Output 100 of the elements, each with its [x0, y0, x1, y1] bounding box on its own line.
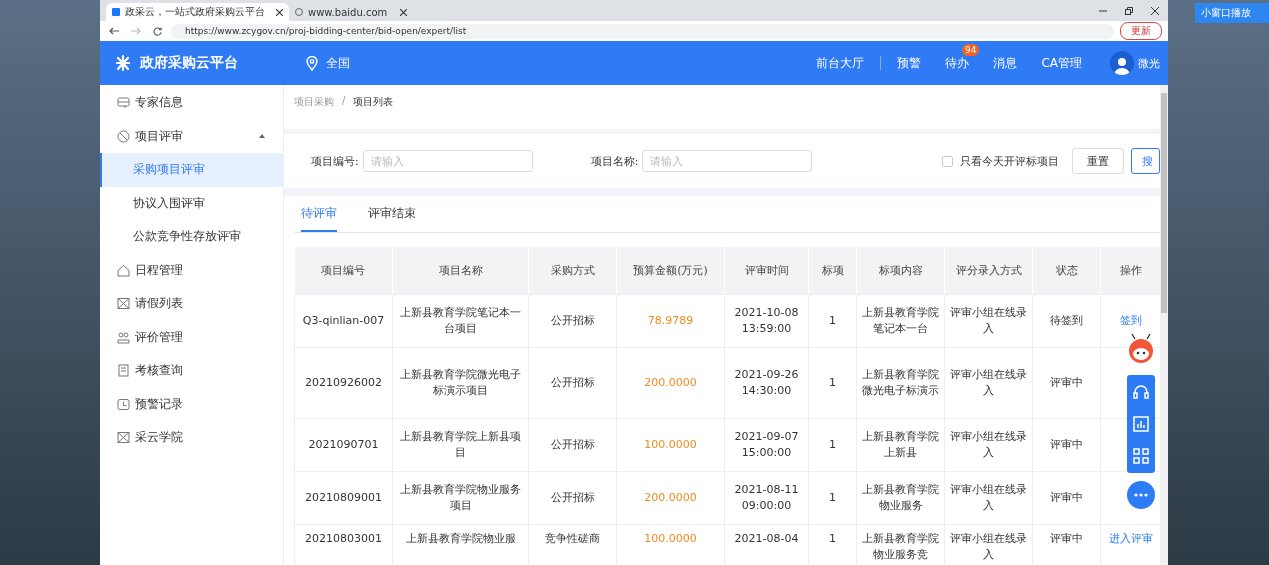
document-icon — [117, 364, 130, 378]
crossed-box-icon — [117, 297, 130, 311]
update-button[interactable]: 更新 — [1120, 22, 1162, 40]
table-cell: 评审中 — [1050, 438, 1083, 451]
region-selector[interactable]: 全国 — [326, 54, 350, 72]
table-cell: 评审中 — [1050, 491, 1083, 504]
table-cell: 待签到 — [1050, 314, 1083, 327]
table-cell: 2021-09-26 14:30:00 — [734, 368, 799, 397]
table-cell: 78.9789 — [647, 314, 694, 327]
table-cell: 2021-08-04 — [734, 532, 799, 545]
count-badge: 94 — [961, 43, 980, 56]
browser-tab[interactable]: www.baidu.com — [289, 3, 413, 21]
user-name[interactable]: 微光 — [1138, 55, 1160, 71]
mini-window-button[interactable]: 小窗口播放 — [1195, 3, 1269, 23]
sidebar-item[interactable]: 考核查询 — [100, 354, 283, 388]
table-cell: 公开招标 — [550, 491, 595, 504]
table-cell: 评审小组在线录入 — [950, 430, 1027, 459]
card-icon — [117, 96, 130, 110]
table-cell: 1 — [829, 438, 836, 451]
sidebar-item[interactable]: 评价管理 — [100, 320, 283, 354]
table-cell: 上新县教育学院微光电子标演示 — [862, 368, 939, 397]
location-icon — [306, 55, 318, 71]
headset-icon[interactable] — [1132, 383, 1150, 401]
table-cell: 20210926002 — [305, 376, 382, 389]
table-cell: 上新县教育学院笔记本一台 — [862, 306, 939, 335]
table-cell: 评审小组在线录入 — [950, 306, 1027, 335]
action-link[interactable]: 签到 — [1119, 314, 1142, 327]
table-cell: 1 — [829, 376, 836, 389]
nav-link[interactable]: CA管理 — [1041, 54, 1082, 72]
qr-code-icon[interactable] — [1132, 447, 1150, 465]
table-cell: 公开招标 — [550, 438, 595, 451]
table-cell: 上新县教育学院上新县 — [862, 430, 939, 459]
sidebar-item[interactable]: 请假列表 — [100, 287, 283, 321]
column-header: 状态 — [1032, 247, 1101, 295]
nav-link[interactable]: 消息 — [993, 54, 1018, 72]
column-header: 项目名称 — [392, 247, 529, 295]
table-cell: 2021-10-08 13:59:00 — [734, 306, 799, 335]
checkbox[interactable] — [942, 155, 953, 167]
input-field[interactable]: 请输入 — [362, 150, 533, 172]
sidebar-item[interactable]: 预警记录 — [100, 387, 283, 421]
table-cell: 评审小组在线录入 — [950, 532, 1027, 561]
column-header: 评审时间 — [724, 247, 809, 295]
column-header: 标项 — [808, 247, 857, 295]
field-label: 项目编号: — [311, 153, 359, 169]
nav-link[interactable]: 预警 — [897, 54, 922, 72]
breadcrumb-item: 项目列表 — [353, 95, 394, 109]
table-cell: 上新县教育学院笔记本一台项目 — [400, 306, 521, 335]
table-cell: 上新县教育学院微光电子标演示项目 — [400, 368, 521, 397]
clock-icon — [117, 397, 130, 411]
table-cell: 2021-08-11 09:00:00 — [734, 483, 799, 512]
table-cell: 2021-09-07 15:00:00 — [734, 430, 799, 459]
table-cell: 竞争性磋商 — [545, 532, 600, 545]
table-cell: 上新县教育学院物业服务 — [862, 483, 939, 512]
close-icon[interactable] — [1151, 6, 1159, 15]
sidebar-subitem[interactable]: 采购项目评审 — [100, 153, 283, 187]
input-field[interactable]: 请输入 — [642, 150, 813, 172]
ban-icon — [117, 129, 130, 143]
table-cell: 评审中 — [1050, 376, 1083, 389]
column-header: 标项内容 — [856, 247, 945, 295]
table-cell: 1 — [829, 314, 836, 327]
table-cell: 1 — [829, 491, 836, 504]
chat-icon[interactable] — [1127, 481, 1155, 509]
table-cell: 20210803001 — [305, 532, 382, 545]
column-header: 操作 — [1100, 247, 1160, 295]
table-cell: 上新县教育学院物业服务项目 — [400, 483, 521, 512]
back-icon[interactable] — [109, 27, 119, 35]
sidebar-item[interactable]: 专家信息 — [100, 86, 283, 120]
avatar-icon[interactable] — [1110, 51, 1134, 75]
table-cell: 上新县教育学院物业服务竞 — [862, 532, 939, 561]
table-cell: 20210809001 — [305, 491, 382, 504]
column-header: 评分录入方式 — [944, 247, 1033, 295]
column-header: 采购方式 — [528, 247, 617, 295]
reset-button[interactable]: 重置 — [1072, 148, 1124, 174]
search-button[interactable]: 搜 — [1131, 148, 1160, 174]
field-label: 项目名称: — [590, 153, 639, 169]
checkbox-label[interactable]: 只看今天开评标项目 — [960, 153, 1059, 169]
browser-tab[interactable]: 政采云，一站式政府采购云平台 — [106, 3, 289, 21]
table-cell: 200.0000 — [644, 491, 697, 504]
table-cell: 上新县教育学院物业服 — [405, 532, 516, 545]
table-cell: 评审中 — [1050, 532, 1083, 545]
breadcrumb-separator: / — [342, 95, 346, 106]
reload-icon[interactable] — [153, 26, 162, 36]
table-cell: 公开招标 — [550, 376, 595, 389]
table-cell: 公开招标 — [550, 314, 595, 327]
chart-icon[interactable] — [1132, 415, 1150, 433]
nav-link[interactable]: 待办 — [945, 54, 970, 72]
table-cell: 评审小组在线录入 — [950, 483, 1027, 512]
sidebar-subitem[interactable]: 协议入围评审 — [100, 186, 283, 220]
restore-icon[interactable] — [1125, 6, 1133, 15]
sidebar-item[interactable]: 项目评审 — [100, 119, 283, 153]
tab[interactable]: 待评审 — [301, 196, 337, 232]
tab[interactable]: 评审结束 — [368, 196, 416, 232]
sidebar-item[interactable]: 采云学院 — [100, 421, 283, 455]
nav-link[interactable]: 前台大厅 — [816, 54, 865, 72]
table-cell: 100.0000 — [644, 532, 697, 545]
house-icon — [117, 263, 130, 277]
address-bar[interactable]: https://www.zcygov.cn/proj-bidding-center/bid-open/expert/list — [171, 23, 1114, 39]
sidebar-subitem[interactable]: 公款竞争性存放评审 — [100, 220, 283, 254]
table-cell: 评审小组在线录入 — [950, 368, 1027, 397]
sidebar-item[interactable]: 日程管理 — [100, 253, 283, 287]
